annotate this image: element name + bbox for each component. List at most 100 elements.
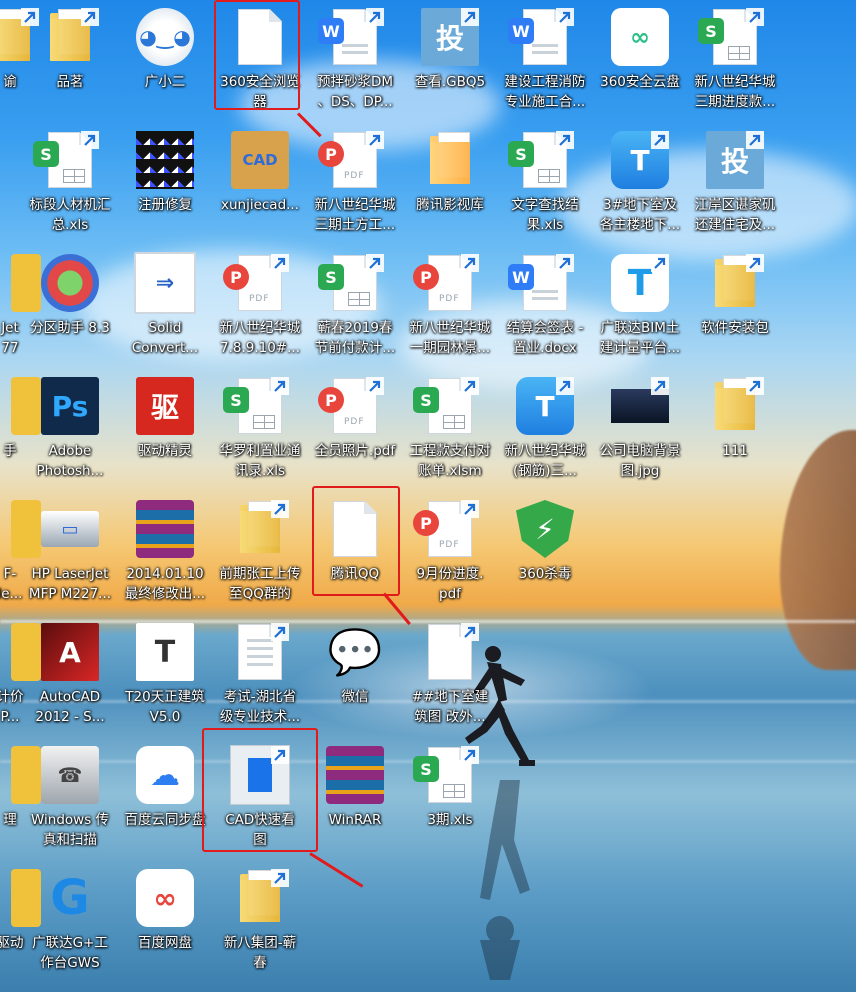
desktop-icon[interactable]: T 广联达BIM土 建计量平台... xyxy=(592,246,688,369)
desktop-icon-label: 新八世纪华城 7.8.9.10#... xyxy=(219,320,301,356)
desktop-icon[interactable]: PDF P 新八世纪华城 一期园林景... xyxy=(402,246,498,369)
desktop-icon[interactable]: W 预拌砂浆DM 、DS、DP... xyxy=(307,0,403,123)
desktop-icon-label: 注册修复 xyxy=(138,197,192,213)
cad-icon: CAD xyxy=(229,129,291,191)
desktop-icon[interactable]: ⇒ Solid Convert... xyxy=(117,246,213,369)
desktop-icon[interactable]: S 工程款支付对 账单.xlsm xyxy=(402,369,498,492)
desktop-icon[interactable]: A AutoCAD 2012 - S... xyxy=(22,615,118,738)
desktop-icon-label: 新八世纪华城 三期进度款... xyxy=(694,74,776,110)
desktop-icon[interactable]: 💬 微信 xyxy=(307,615,403,738)
desktop-icon-label: 腾讯影视库 xyxy=(416,197,484,213)
scanner-icon: ▭ xyxy=(39,498,101,560)
desktop-icon[interactable]: W 建设工程消防 专业施工合... xyxy=(497,0,593,123)
desktop-icon[interactable]: 2014.01.10 最终修改出... xyxy=(117,492,213,615)
desktop-icon-label: 文字查找结 果.xls xyxy=(511,197,579,233)
desktop-icon[interactable]: 腾讯影视库 xyxy=(402,123,498,246)
word-icon: W xyxy=(318,6,386,68)
desktop-icon[interactable]: 品茗 xyxy=(22,0,118,123)
desktop-icon[interactable]: Ps Adobe Photosh... xyxy=(22,369,118,492)
solid-icon: ⇒ xyxy=(134,252,196,314)
desktop-icon-label: 全员照片.pdf xyxy=(314,443,396,459)
desktop-icon[interactable]: S 标段人材机汇 总.xls xyxy=(22,123,118,246)
desktop-icon[interactable]: G 广联达G+工 作台GWS xyxy=(22,861,118,984)
desktop-icon[interactable]: 驱驱动精灵 xyxy=(117,369,213,492)
video-icon xyxy=(419,129,481,191)
desktop-icon[interactable]: ∞ 360安全云盘 xyxy=(592,0,688,123)
desktop-icon[interactable]: PDF P 9月份进度. pdf xyxy=(402,492,498,615)
desktop-icon-label: AutoCAD 2012 - S... xyxy=(35,689,105,725)
desktop-icon-label: 广联达G+工 作台GWS xyxy=(32,935,108,971)
desktop-icon-label: 蕲春2019春 节前付款计... xyxy=(314,320,396,356)
desktop-icon-label: 2014.01.10 最终修改出... xyxy=(124,566,206,602)
pdf-icon: PDF P xyxy=(223,252,291,314)
desktop-icon-label: 360安全云盘 xyxy=(600,74,680,90)
desktop-icon-label: 111 xyxy=(722,443,748,459)
sheet-icon: S xyxy=(508,129,576,191)
desktop-icon-label: 结算会签表 - 置业.docx xyxy=(506,320,584,356)
desktop-icon[interactable]: ☎ Windows 传 真和扫描 xyxy=(22,738,118,861)
desktop-icon[interactable]: 投查看.GBQ5 xyxy=(402,0,498,123)
tou-icon: 投 xyxy=(704,129,766,191)
desktop-icon[interactable]: ▭ HP LaserJet MFP M227... xyxy=(22,492,118,615)
desktop-icon-label: 公司电脑背景 图.jpg xyxy=(599,443,681,479)
desktop-icon[interactable]: 考试-湖北省 级专业技术... xyxy=(212,615,308,738)
desktop-icon-label: 广小二 xyxy=(144,74,186,90)
desktop-icon[interactable]: 投江岸区谌家矶 还建住宅及... xyxy=(687,123,783,246)
baidupan-icon: ∞ xyxy=(134,867,196,929)
partition-icon xyxy=(39,252,101,314)
desktop-icon[interactable]: ⚡ 360杀毒 xyxy=(497,492,593,615)
shield-icon: ⚡ xyxy=(514,498,576,560)
driver-icon: 驱 xyxy=(134,375,196,437)
annotation-box-360-browser xyxy=(214,0,300,110)
desktop-icon-label: Solid Convert... xyxy=(131,320,199,356)
desktop-icon[interactable]: WinRAR xyxy=(307,738,403,861)
desktop-icon-label: 华罗利置业通 讯录.xls xyxy=(219,443,301,479)
desktop-icon[interactable]: T T20天正建筑 V5.0 xyxy=(117,615,213,738)
desktop-icon[interactable]: ##地下室建 筑图 改外... xyxy=(402,615,498,738)
desktop-icon[interactable]: S 3期.xls xyxy=(402,738,498,861)
folder-icon xyxy=(229,498,291,560)
desktop-icon[interactable]: S 华罗利置业通 讯录.xls xyxy=(212,369,308,492)
desktop-icon[interactable]: 新八集团-蕲 春 xyxy=(212,861,308,984)
desktop-icon[interactable]: 公司电脑背景 图.jpg xyxy=(592,369,688,492)
desktop-icon[interactable]: PDF P 新八世纪华城 三期土方工... xyxy=(307,123,403,246)
desktop-icon-label: 江岸区谌家矶 还建住宅及... xyxy=(694,197,776,233)
desktop-icon-label: 新八世纪华城 三期土方工... xyxy=(314,197,396,233)
desktop-icon[interactable]: ∞ 百度网盘 xyxy=(117,861,213,984)
desktop-icon[interactable]: PDF P 新八世纪华城 7.8.9.10#... xyxy=(212,246,308,369)
desktop-icon[interactable]: T 新八世纪华城 (钢筋)三... xyxy=(497,369,593,492)
fax-icon: ☎ xyxy=(39,744,101,806)
desktop-icon[interactable]: T 3#地下室及 各主楼地下... xyxy=(592,123,688,246)
desktop-icon-label: 360杀毒 xyxy=(518,566,572,582)
desktop-icon[interactable]: 前期张工上传 至QQ群的 xyxy=(212,492,308,615)
annotation-box-qq xyxy=(312,486,400,596)
sheet-icon: S xyxy=(698,6,766,68)
desktop-icon-label: 百度云同步盘 xyxy=(124,812,206,828)
desktop-icon[interactable]: ☁ 百度云同步盘 xyxy=(117,738,213,861)
desktop-icon[interactable]: W 结算会签表 - 置业.docx xyxy=(497,246,593,369)
pdf-icon: PDF P xyxy=(318,375,386,437)
desktop-icon[interactable]: 111 xyxy=(687,369,783,492)
desktop-icon[interactable]: S 蕲春2019春 节前付款计... xyxy=(307,246,403,369)
desktop-icon-label: 查看.GBQ5 xyxy=(414,74,486,90)
desktop-icon-label: 预拌砂浆DM 、DS、DP... xyxy=(316,74,394,110)
sheet-icon: S xyxy=(223,375,291,437)
desktop-icon[interactable]: 注册修复 xyxy=(117,123,213,246)
T2-icon: T xyxy=(609,252,671,314)
desktop-icon[interactable]: CAD xunjiecad... xyxy=(212,123,308,246)
desktop-icon[interactable]: ◕‿◕ 广小二 xyxy=(117,0,213,123)
desktop-icon[interactable]: 分区助手 8.3 xyxy=(22,246,118,369)
cliff xyxy=(780,430,856,670)
desktop-icon-label: Adobe Photosh... xyxy=(36,443,104,479)
desktop-icon-label: 驱动精灵 xyxy=(138,443,192,459)
desktop-icon[interactable]: 软件安装包 xyxy=(687,246,783,369)
desktop-icon-label: 新八世纪华城 一期园林景... xyxy=(409,320,491,356)
desktop-icon[interactable]: PDF P 全员照片.pdf xyxy=(307,369,403,492)
desktop-icon-label: 3期.xls xyxy=(427,812,473,828)
desktop-icon[interactable]: S 新八世纪华城 三期进度款... xyxy=(687,0,783,123)
desktop-icon[interactable]: S 文字查找结 果.xls xyxy=(497,123,593,246)
desktop-icon-label: 新八世纪华城 (钢筋)三... xyxy=(504,443,586,479)
desktop-icon-label: 工程款支付对 账单.xlsm xyxy=(409,443,491,479)
desktop-icon-label: Windows 传 真和扫描 xyxy=(30,812,110,848)
desktop-icon-label: WinRAR xyxy=(328,812,382,828)
